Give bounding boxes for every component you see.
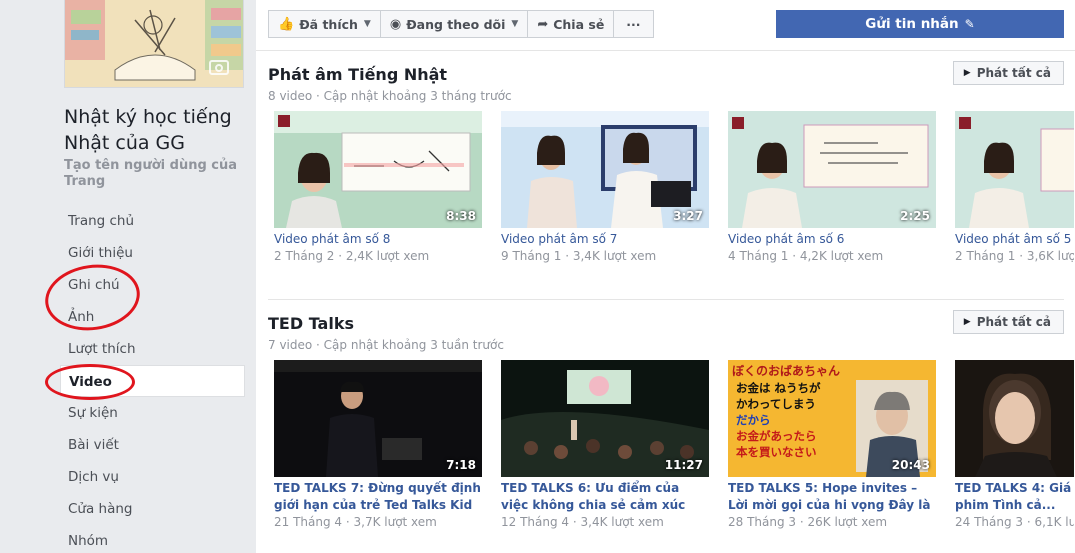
video-meta: 21 Tháng 4 · 3,7K lượt xem	[274, 515, 437, 529]
video-thumbnail[interactable]	[955, 360, 1074, 477]
video-row: 7:18 TED TALKS 7: Đừng quyết định giới h…	[274, 360, 1074, 550]
video-duration: 2:25	[900, 209, 930, 223]
video-title[interactable]: Video phát âm số 8	[274, 231, 482, 248]
video-meta: 9 Tháng 1 · 3,4K lượt xem	[501, 249, 657, 263]
video-title[interactable]: Video phát âm số 5	[955, 231, 1074, 248]
playlist-title[interactable]: Phát âm Tiếng Nhật	[268, 65, 447, 84]
video-card[interactable]: 8:38 Video phát âm số 8 2 Tháng 2 · 2,4K…	[274, 111, 482, 263]
video-card[interactable]: Video phát âm số 5 2 Tháng 1 · 3,6K lượt…	[955, 111, 1074, 263]
send-message-label: Gửi tin nhắn	[865, 16, 959, 32]
liked-label: Đã thích	[299, 16, 358, 32]
playlist-meta: 8 video · Cập nhật khoảng 3 tháng trước	[268, 89, 512, 103]
camera-icon[interactable]	[209, 60, 229, 75]
playlist-title[interactable]: TED Talks	[268, 314, 354, 333]
facebook-page: Nhật ký học tiếng Nhật của GG Tạo tên ng…	[0, 0, 1075, 553]
play-all-label: Phát tất cả	[976, 66, 1051, 80]
page-title[interactable]: Nhật ký học tiếng Nhật của GG	[64, 104, 249, 156]
playlist-section: Phát âm Tiếng Nhật 8 video · Cập nhật kh…	[268, 61, 1074, 295]
video-title[interactable]: Video phát âm số 6	[728, 231, 936, 248]
divider	[268, 299, 1064, 300]
video-card[interactable]: TED TALKS 4: Giá trị thước phim Tình cả.…	[955, 360, 1074, 529]
share-arrow-icon: ➦	[537, 16, 549, 32]
video-title[interactable]: Video phát âm số 7	[501, 231, 709, 248]
video-title[interactable]: TED TALKS 4: Giá trị thước phim Tình cả.…	[955, 480, 1074, 514]
nav-item-services[interactable]: Dịch vụ	[60, 461, 245, 493]
rss-icon: ◉	[389, 16, 402, 32]
play-all-label: Phát tất cả	[976, 315, 1051, 329]
nav-item-posts[interactable]: Bài viết	[60, 429, 245, 461]
chevron-down-icon: ▼	[363, 19, 371, 29]
playlist-section: TED Talks 7 video · Cập nhật khoảng 3 tu…	[268, 310, 1074, 553]
video-title[interactable]: TED TALKS 5: Hope invites –Lời mời gọi c…	[728, 480, 936, 514]
video-duration: 11:27	[664, 458, 703, 472]
video-thumbnail[interactable]: 2:25	[728, 111, 936, 228]
more-options-button[interactable]: ···	[613, 10, 654, 38]
video-card[interactable]: 7:18 TED TALKS 7: Đừng quyết định giới h…	[274, 360, 482, 529]
liked-button[interactable]: 👍 Đã thích ▼	[268, 10, 381, 38]
thumbs-up-icon: 👍	[278, 16, 295, 32]
video-duration: 20:43	[891, 458, 930, 472]
nav-item-shop[interactable]: Cửa hàng	[60, 493, 245, 525]
video-meta: 12 Tháng 4 · 3,4K lượt xem	[501, 515, 664, 529]
play-all-button[interactable]: ▶ Phát tất cả	[952, 61, 1064, 85]
chevron-down-icon: ▼	[511, 19, 519, 29]
more-label: ···	[626, 16, 641, 32]
nav-item-groups[interactable]: Nhóm	[60, 525, 245, 553]
nav-item-likes[interactable]: Lượt thích	[60, 333, 245, 365]
pencil-icon: ✎	[964, 17, 975, 31]
video-duration: 3:27	[673, 209, 703, 223]
video-meta: 28 Tháng 3 · 26K lượt xem	[728, 515, 888, 529]
following-button[interactable]: ◉ Đang theo dõi ▼	[379, 10, 529, 38]
video-thumbnail[interactable]: 3:27	[501, 111, 709, 228]
videos-panel: 👍 Đã thích ▼ ◉ Đang theo dõi ▼ ➦ Chia sẻ…	[256, 0, 1075, 553]
play-icon: ▶	[963, 68, 971, 78]
video-duration: 8:38	[446, 209, 476, 223]
play-all-button[interactable]: ▶ Phát tất cả	[952, 310, 1064, 334]
following-label: Đang theo dõi	[406, 16, 506, 32]
divider	[256, 50, 1075, 51]
video-meta: 2 Tháng 1 · 3,6K lượt xem	[955, 249, 1074, 263]
share-button[interactable]: ➦ Chia sẻ	[527, 10, 615, 38]
video-row: 8:38 Video phát âm số 8 2 Tháng 2 · 2,4K…	[274, 111, 1074, 281]
play-icon: ▶	[963, 317, 971, 327]
nav-item-events[interactable]: Sự kiện	[60, 397, 245, 429]
video-card[interactable]: 3:27 Video phát âm số 7 9 Tháng 1 · 3,4K…	[501, 111, 709, 263]
red-annotation-circle	[45, 364, 135, 400]
profile-picture[interactable]	[64, 0, 244, 88]
video-title[interactable]: TED TALKS 6: Ưu điểm của việc không chia…	[501, 480, 709, 514]
video-meta: 4 Tháng 1 · 4,2K lượt xem	[728, 249, 884, 263]
page-sidebar: Nhật ký học tiếng Nhật của GG Tạo tên ng…	[0, 0, 255, 553]
video-card[interactable]: ぼくのおばあちゃん お金は ねうちが かわってしまう だから お金があったら 本…	[728, 360, 936, 529]
video-thumbnail[interactable]	[955, 111, 1074, 228]
video-meta: 2 Tháng 2 · 2,4K lượt xem	[274, 249, 430, 263]
nav-item-about[interactable]: Giới thiệu	[60, 237, 245, 269]
send-message-button[interactable]: Gửi tin nhắn ✎	[776, 10, 1064, 38]
playlist-meta: 7 video · Cập nhật khoảng 3 tuần trước	[268, 338, 504, 352]
video-card[interactable]: 11:27 TED TALKS 6: Ưu điểm của việc khôn…	[501, 360, 709, 529]
video-card[interactable]: 2:25 Video phát âm số 6 4 Tháng 1 · 4,2K…	[728, 111, 936, 263]
create-username-link[interactable]: Tạo tên người dùng của Trang	[64, 158, 249, 190]
video-meta: 24 Tháng 3 · 6,1K lượt xem	[955, 515, 1074, 529]
video-thumbnail[interactable]: 8:38	[274, 111, 482, 228]
video-thumbnail[interactable]: 7:18	[274, 360, 482, 477]
video-title[interactable]: TED TALKS 7: Đừng quyết định giới hạn củ…	[274, 480, 482, 514]
video-thumbnail[interactable]: ぼくのおばあちゃん お金は ねうちが かわってしまう だから お金があったら 本…	[728, 360, 936, 477]
video-thumbnail[interactable]: 11:27	[501, 360, 709, 477]
share-label: Chia sẻ	[553, 16, 605, 32]
video-duration: 7:18	[446, 458, 476, 472]
page-action-bar: 👍 Đã thích ▼ ◉ Đang theo dõi ▼ ➦ Chia sẻ…	[268, 10, 654, 38]
nav-item-home[interactable]: Trang chủ	[60, 205, 245, 237]
